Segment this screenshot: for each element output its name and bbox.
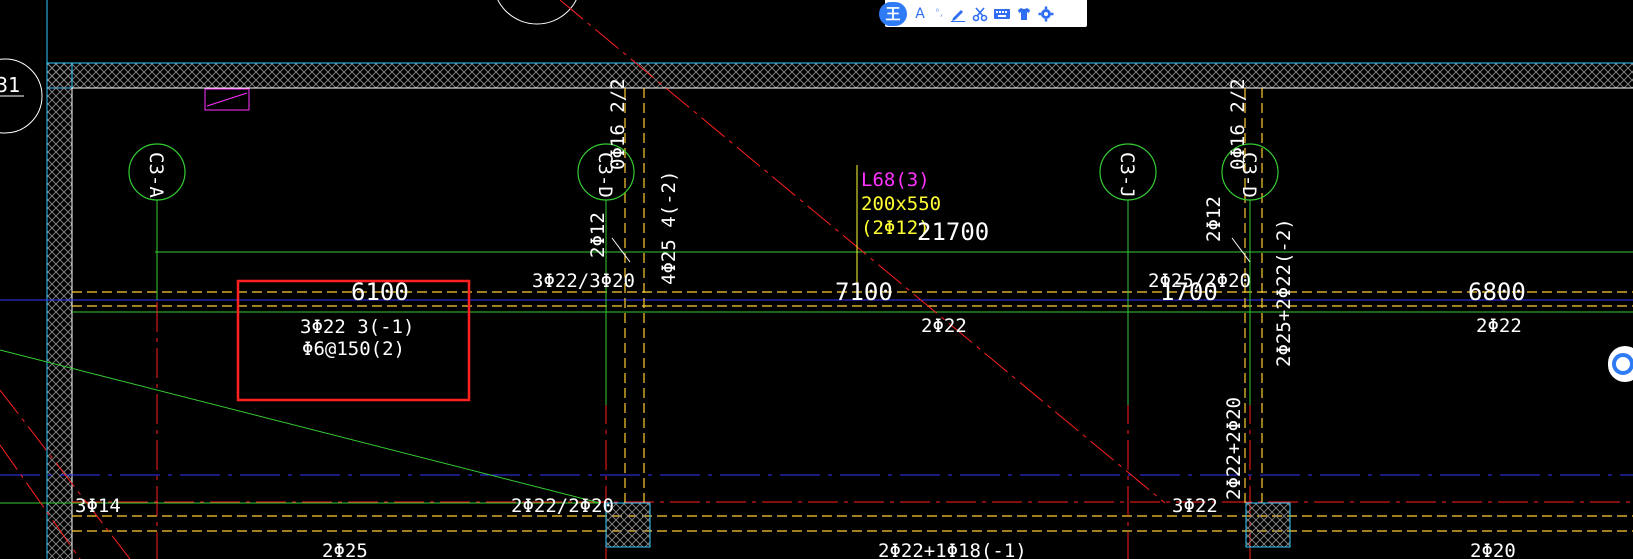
rebar-vert-2: 4Φ25 4(-2) [658, 171, 680, 285]
shirt-icon[interactable] [1015, 4, 1033, 24]
highlight-line-2: Φ6@150(2) [302, 338, 405, 360]
span-4: 6800 [1468, 278, 1526, 306]
wall-top [46, 62, 1633, 89]
rebar-bottom-mid-2: 2Φ22 [1476, 315, 1522, 337]
floating-assistant-button[interactable] [1608, 346, 1633, 382]
axis-label-1: C3-A [145, 152, 167, 198]
font-button[interactable]: A [911, 4, 929, 24]
keyboard-icon[interactable] [993, 4, 1011, 24]
gear-icon[interactable] [1037, 4, 1055, 24]
rebar-mid-1: 3Φ22/3Φ20 [532, 270, 635, 292]
wall-left [46, 62, 73, 559]
rebar-low-1: 3Φ14 [75, 495, 121, 517]
ime-toolbar: 王 A °, [879, 0, 1087, 27]
grid-bubble-left-label: 31 [0, 73, 20, 97]
rebar-vert-1: 0Φ16 2/2 [607, 78, 629, 170]
rebar-mid-2: 2Φ25/2Φ20 [1148, 270, 1251, 292]
span-2: 7100 [835, 278, 893, 306]
assistant-ring-icon [1612, 353, 1633, 375]
rebar-bot-3: 2Φ20 [1470, 540, 1516, 559]
rebar-bot-1: 2Φ25 [322, 540, 368, 559]
ime-logo[interactable]: 王 [879, 1, 907, 26]
punctuation-button[interactable]: °, [933, 4, 945, 24]
rebar-vert-7: 2Φ22+2Φ20 [1223, 397, 1245, 500]
beam-size: 200x550 [861, 193, 941, 215]
rebar-vert-3: 2Φ12 [587, 212, 609, 258]
rebar-vert-6: 2Φ25+2Φ22(-2) [1273, 218, 1295, 367]
scissors-icon[interactable] [971, 4, 989, 24]
column-2 [1245, 502, 1291, 548]
grid-bubble-top [497, 0, 577, 25]
rebar-low-2: 2Φ22/2Φ20 [511, 495, 614, 517]
highlight-line-1: 3Φ22 3(-1) [300, 316, 414, 338]
beam-name: L68(3) [861, 169, 930, 191]
rebar-vert-5: 2Φ12 [1203, 196, 1225, 242]
rebar-bottom-mid-1: 2Φ22 [921, 315, 967, 337]
rebar-low-3: 3Φ22 [1172, 495, 1218, 517]
axis-label-3: C3-J [1116, 152, 1138, 198]
rebar-bot-2: 2Φ22+1Φ18(-1) [878, 540, 1027, 559]
beam-length: 21700 [917, 218, 989, 246]
rebar-vert-4: 0Φ16 2/2 [1227, 78, 1249, 170]
pen-icon[interactable] [949, 4, 967, 24]
